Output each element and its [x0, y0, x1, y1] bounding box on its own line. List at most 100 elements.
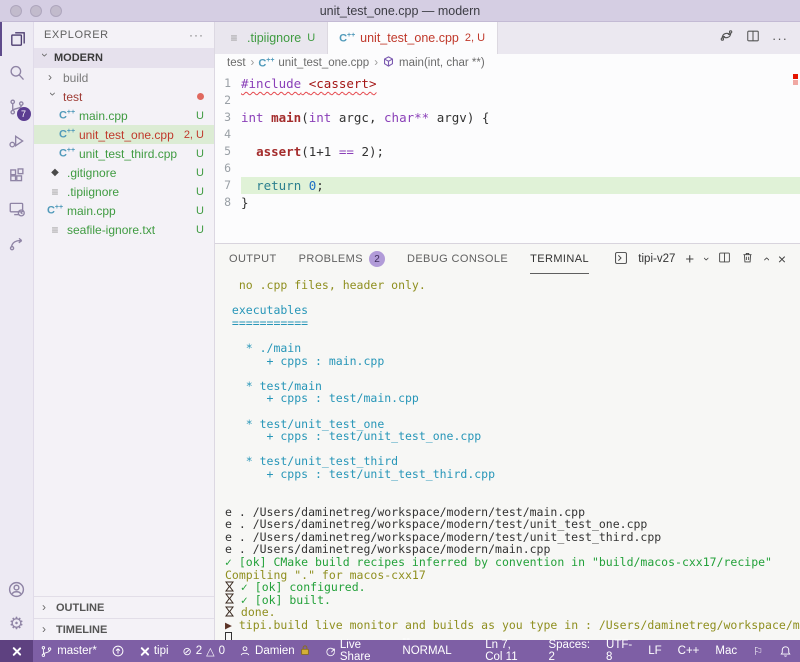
activity-bar: 7 ⚙	[0, 22, 34, 640]
terminal-output[interactable]: no .cpp files, header only. executables …	[215, 274, 800, 640]
split-panel-icon[interactable]	[718, 251, 731, 267]
tab-problems[interactable]: PROBLEMS 2	[299, 244, 385, 274]
live-share-button[interactable]: Live Share	[318, 640, 395, 662]
outline-section[interactable]: › OUTLINE	[34, 596, 214, 618]
tipi-status-item[interactable]: tipi	[132, 640, 176, 662]
terminal-text	[225, 493, 232, 506]
terminal-text: e . /Users/daminetreg/workspace/modern/t…	[225, 518, 647, 531]
eol-item[interactable]: LF	[640, 645, 669, 657]
breadcrumb-folder[interactable]: test	[227, 57, 246, 69]
code-text: return 0;	[241, 177, 800, 194]
notifications-bell-icon[interactable]	[771, 645, 800, 658]
code-line[interactable]: 6	[215, 160, 800, 177]
crossed-tools-icon	[11, 646, 22, 657]
tree-row-seafile-ignore.txt[interactable]: ≡seafile-ignore.txtU	[34, 220, 214, 239]
cpp-plus: ++	[67, 128, 75, 135]
tree-row-.tipiignore[interactable]: ≡.tipiignoreU	[34, 182, 214, 201]
publish-changes-button[interactable]	[104, 640, 132, 662]
explorer-icon[interactable]	[0, 22, 34, 56]
editor-more-actions-icon[interactable]: ···	[772, 31, 788, 46]
git-branch-item[interactable]: master*	[33, 640, 104, 662]
feedback-icon[interactable]: ⚐	[745, 645, 771, 658]
code-line[interactable]: 2	[215, 92, 800, 109]
timeline-section[interactable]: › TIMELINE	[34, 618, 214, 640]
tab-tipiignore[interactable]: ≡ .tipiignore U	[215, 22, 328, 54]
line-number: 6	[215, 160, 231, 177]
breadcrumb-symbol[interactable]: main(int, char **)	[399, 57, 485, 69]
run-debug-icon[interactable]	[0, 124, 34, 158]
terminal-text: + cpps : test/main.cpp	[225, 392, 419, 405]
vscode-window: unit_test_one.cpp — modern 7	[0, 0, 800, 662]
token: int	[241, 110, 264, 125]
list-file-icon: ≡	[227, 31, 241, 45]
token: (1+1	[301, 144, 339, 159]
tab-debug-console[interactable]: DEBUG CONSOLE	[407, 244, 508, 274]
new-terminal-icon[interactable]: +	[685, 251, 694, 268]
git-file-icon: ◆	[48, 167, 62, 178]
zoom-window-button[interactable]	[50, 5, 62, 17]
tree-row-main.cpp[interactable]: C++main.cppU	[34, 106, 214, 125]
code-tokens: }	[241, 195, 249, 210]
cursor-position-item[interactable]: Ln 7, Col 11	[477, 639, 532, 662]
hourglass-icon	[225, 581, 234, 595]
extensions-icon[interactable]	[0, 158, 34, 192]
tab-unit-test-one[interactable]: C++ unit_test_one.cpp 2, U	[328, 22, 498, 54]
live-share-icon	[325, 645, 336, 658]
code-line[interactable]: 7 return 0;	[215, 177, 800, 194]
workspace-root-row[interactable]: › MODERN	[34, 48, 214, 68]
code-line[interactable]: 3int main(int argc, char** argv) {	[215, 109, 800, 126]
terminal-text: * ./main	[225, 342, 301, 355]
terminal-text: no .cpp files, header only.	[225, 279, 426, 292]
explorer-more-actions-icon[interactable]: ···	[189, 28, 204, 42]
tree-row-.gitignore[interactable]: ◆.gitignoreU	[34, 163, 214, 182]
vim-mode-indicator[interactable]: -- NORMAL --	[394, 633, 459, 662]
token: assert	[256, 144, 301, 159]
tab-label: unit_test_one.cpp	[360, 31, 459, 45]
breadcrumb-file[interactable]: unit_test_one.cpp	[278, 57, 369, 69]
code-line[interactable]: 4	[215, 126, 800, 143]
tipi-share-icon[interactable]	[0, 226, 34, 260]
encoding-item[interactable]: UTF-8	[598, 639, 640, 662]
tree-row-build[interactable]: ›build	[34, 68, 214, 87]
terminal-line: ▶ tipi.build live monitor and builds as …	[225, 619, 800, 632]
error-circle-icon: ⊘	[183, 645, 192, 658]
os-item[interactable]: Mac	[707, 645, 745, 657]
account-status-item[interactable]: Damien	[232, 640, 318, 662]
remote-indicator[interactable]	[0, 640, 33, 662]
source-control-icon[interactable]: 7	[0, 90, 34, 124]
close-window-button[interactable]	[10, 5, 22, 17]
code-tokens: int main(int argc, char** argv) {	[241, 110, 489, 125]
terminal-text	[225, 367, 232, 380]
problems-status-item[interactable]: ⊘ 2 △ 0	[176, 640, 233, 662]
language-mode-item[interactable]: C++	[670, 645, 708, 657]
kill-terminal-icon[interactable]	[741, 251, 754, 267]
tree-row-unit_test_third.cpp[interactable]: C++unit_test_third.cppU	[34, 144, 214, 163]
search-icon[interactable]	[0, 56, 34, 90]
terminal-instance-select[interactable]: tipi-v27	[638, 253, 675, 265]
tab-terminal[interactable]: TERMINAL	[530, 244, 589, 274]
account-icon[interactable]	[0, 572, 34, 606]
code-text: }	[241, 194, 800, 211]
tree-row-main.cpp[interactable]: C++main.cppU	[34, 201, 214, 220]
token: argv) {	[429, 110, 489, 125]
close-panel-icon[interactable]: ×	[778, 251, 786, 267]
code-line[interactable]: 1#include <cassert>	[215, 75, 800, 92]
remote-explorer-icon[interactable]	[0, 192, 34, 226]
tree-row-test[interactable]: ›test	[34, 87, 214, 106]
code-line[interactable]: 8}	[215, 194, 800, 211]
terminal-line: ✓ [ok] built.	[225, 594, 800, 607]
terminal-line: + cpps : test/unit_test_one.cpp	[225, 430, 800, 443]
token: char	[384, 110, 414, 125]
open-changes-icon[interactable]	[719, 28, 734, 48]
terminal-dropdown-icon[interactable]: ›	[700, 257, 712, 261]
minimize-window-button[interactable]	[30, 5, 42, 17]
settings-gear-icon[interactable]: ⚙	[0, 606, 34, 640]
split-editor-icon[interactable]	[746, 29, 760, 48]
code-editor[interactable]: 1#include <cassert>23int main(int argc, …	[215, 72, 800, 243]
tree-row-unit_test_one.cpp[interactable]: C++unit_test_one.cpp2, U	[34, 125, 214, 144]
indentation-item[interactable]: Spaces: 2	[540, 639, 598, 662]
code-line[interactable]: 5 assert(1+1 == 2);	[215, 143, 800, 160]
tab-output[interactable]: OUTPUT	[229, 244, 277, 274]
terminal-line: e . /Users/daminetreg/workspace/modern/t…	[225, 518, 800, 531]
maximize-panel-icon[interactable]: ›	[759, 257, 773, 261]
